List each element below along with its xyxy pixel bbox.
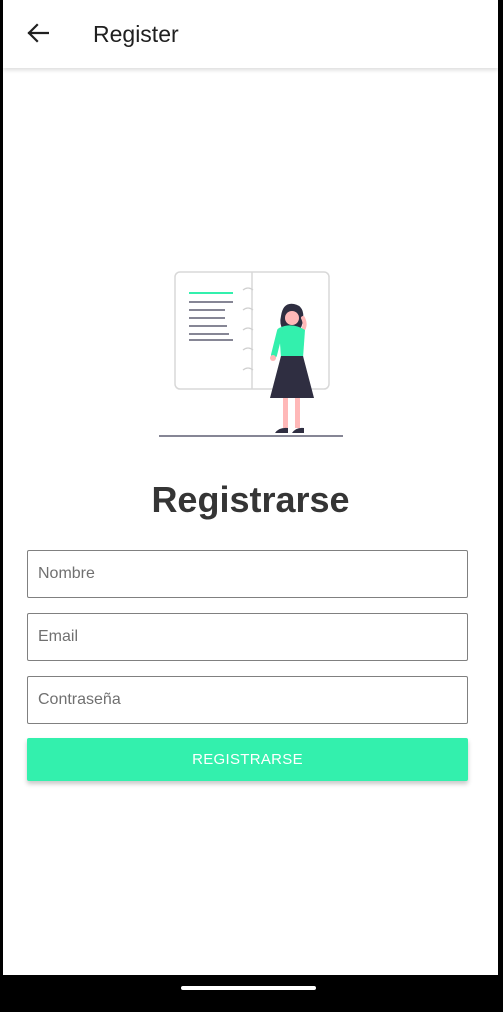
page-title: Registrarse bbox=[151, 479, 350, 520]
register-button[interactable]: REGISTRARSE bbox=[27, 738, 468, 781]
email-field[interactable] bbox=[27, 613, 468, 661]
name-field[interactable] bbox=[27, 550, 468, 598]
password-field[interactable] bbox=[27, 676, 468, 724]
home-indicator[interactable] bbox=[181, 986, 316, 990]
person-with-notebook-illustration bbox=[159, 271, 343, 437]
email-input[interactable] bbox=[28, 614, 467, 660]
name-input[interactable] bbox=[28, 551, 467, 597]
system-navigation-bar bbox=[0, 975, 503, 1012]
app-bar-title: Register bbox=[93, 21, 179, 47]
register-screen: Register Registrarse Nombre Email REGIST… bbox=[3, 0, 498, 975]
arrow-left-icon bbox=[27, 23, 49, 43]
back-button[interactable] bbox=[21, 16, 55, 50]
app-bar: Register bbox=[3, 0, 498, 68]
password-input[interactable] bbox=[28, 677, 467, 723]
